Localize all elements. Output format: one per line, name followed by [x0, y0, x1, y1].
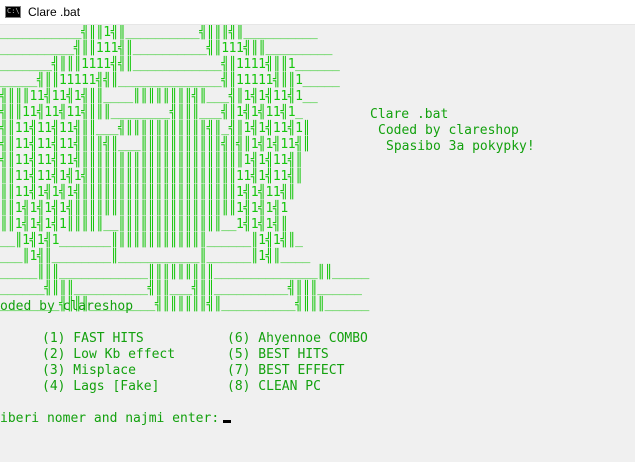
- window-title: Clare .bat: [28, 5, 81, 19]
- prompt-text: iberi nomer and najmi enter:: [0, 411, 220, 426]
- ascii-art-line: ║║11╣11╣1╣1╣║║║║║║║║║║║║║║║║║║║║11╣1╣11╣…: [0, 169, 303, 184]
- side-thanks: Spasibo 3a pokypky!: [386, 139, 535, 154]
- ascii-art-line: _____╣║║11111╣╣║______________╣║11111╣║║…: [0, 73, 340, 88]
- side-credit: Coded by clareshop: [378, 123, 519, 138]
- menu-item-1: (1) FAST HITS: [42, 331, 144, 346]
- cmd-icon: C:\: [5, 6, 21, 18]
- menu-item-3: (3) Misplace: [42, 363, 136, 378]
- menu-item-5: (5) BEST HITS: [227, 347, 329, 362]
- ascii-art-line: ║║1╣1╣1╣1╣║║║║║║║║║║║║║║║║║║║║║║1╣1╣1╣1: [0, 201, 288, 216]
- ascii-art-line: ╣║║11╣11╣11╣║║║________╣║║║___╣║1╣1╣11╣1…: [0, 105, 303, 120]
- ascii-art-line: _______╣║║║1111╣╣║____________╣║1111╣║║1…: [0, 57, 340, 72]
- menu-item-2: (2) Low Kb effect: [42, 347, 176, 362]
- console-area[interactable]: ___________╣║║1╣║__________╣║║║╣║_______…: [0, 25, 635, 462]
- credit-line: oded by clareshop: [0, 299, 134, 314]
- ascii-art-banner: ___________╣║║1╣║__________╣║║║╣║_______…: [0, 25, 369, 313]
- ascii-art-line: ╣║11╣11╣11╣║║║╣║___║║║║║║║║║║║╣║╣║1╣1╣11…: [0, 137, 310, 152]
- title-bar: C:\ Clare .bat: [0, 0, 635, 25]
- ascii-art-line: ___________╣║║1╣║__________╣║║║╣║_______…: [0, 25, 318, 40]
- ascii-art-line: ║║1╣1╣1╣1║║║║║__║║║║║║║║║║║║║║__1╣1╣1╣║: [0, 217, 288, 232]
- ascii-art-line: _____║║║____________║║║║║║║║║___________…: [0, 265, 369, 280]
- menu-item-7: (7) BEST EFFECT: [227, 363, 345, 378]
- ascii-art-line: ___║1╣║________║___________║______║1╣║__…: [0, 249, 310, 264]
- ascii-art-line: ╣║║║11╣11╣1╣║║____║║║║║║║║╣║___╣║1╣1╣11╣…: [0, 89, 318, 104]
- ascii-art-line: ║║11╣1╣1╣1╣║║║║║║║║║║║║║║║║║║║║║1╣1╣11╣║: [0, 185, 296, 200]
- input-prompt[interactable]: iberi nomer and najmi enter:: [0, 411, 232, 427]
- ascii-art-line: __________╣║║111╣║__________╣║111╣║║____…: [0, 41, 332, 56]
- menu-item-6: (6) Ahyennoe COMBO: [227, 331, 368, 346]
- ascii-art-line: ╣║11╣11╣11╣║║___╣║║║║║║║║║║║╣║_╣║1╣1╣11╣…: [0, 121, 310, 136]
- ascii-art-line: __║1╣1╣1_______║║║║║║║║║║║║║______║1╣1╣║…: [0, 233, 303, 248]
- side-title: Clare .bat: [370, 107, 449, 122]
- ascii-art-line: ______╣║║║__________╣║║___╣║║__________╣…: [0, 281, 362, 296]
- menu-item-4: (4) Lags [Fake]: [42, 379, 160, 394]
- text-cursor: [223, 420, 232, 423]
- menu-item-8: (8) CLEAN PC: [227, 379, 321, 394]
- ascii-art-line: ╣║11╣11╣11╣║║║║║║║║║║║║║║║║║║║║║║1╣1╣11╣…: [0, 153, 303, 168]
